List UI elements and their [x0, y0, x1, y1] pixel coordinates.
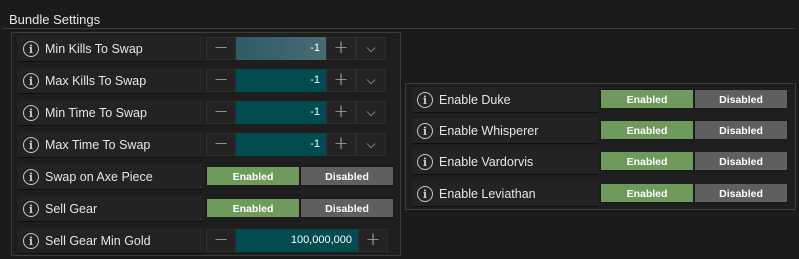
info-icon[interactable]: i: [417, 123, 433, 139]
info-icon[interactable]: i: [417, 154, 433, 170]
min-time-stepper: − -1 + ⌵: [206, 101, 386, 124]
max-kills-input[interactable]: -1: [236, 69, 326, 92]
increment-button[interactable]: +: [326, 133, 356, 156]
info-icon[interactable]: i: [23, 105, 39, 121]
info-icon[interactable]: i: [417, 92, 433, 108]
chevron-down-icon[interactable]: ⌵: [356, 69, 386, 92]
setting-label: Enable Duke: [439, 93, 511, 107]
max-time-input[interactable]: -1: [236, 133, 326, 156]
decrement-button[interactable]: −: [206, 229, 236, 252]
setting-label: Max Time To Swap: [45, 138, 151, 152]
setting-label: Enable Vardorvis: [439, 155, 534, 169]
min-kills-stepper: − -1 + ⌵: [206, 37, 386, 60]
setting-row-max-time: i Max Time To Swap − -1 + ⌵: [18, 132, 395, 158]
increment-button[interactable]: +: [326, 69, 356, 92]
decrement-button[interactable]: −: [206, 101, 236, 124]
chevron-down-icon[interactable]: ⌵: [356, 101, 386, 124]
info-icon[interactable]: i: [23, 137, 39, 153]
setting-row-swap-axe-piece: i Swap on Axe Piece Enabled Disabled: [18, 164, 395, 190]
info-icon[interactable]: i: [417, 186, 433, 202]
chevron-down-icon[interactable]: ⌵: [356, 133, 386, 156]
left-settings-panel: i Min Kills To Swap − -1 + ⌵ i Max Kills…: [11, 32, 401, 256]
max-kills-stepper: − -1 + ⌵: [206, 69, 386, 92]
info-icon[interactable]: i: [23, 41, 39, 57]
enabled-button[interactable]: Enabled: [600, 183, 694, 203]
disabled-button[interactable]: Disabled: [300, 198, 394, 218]
setting-label: Swap on Axe Piece: [45, 170, 153, 184]
setting-label: Min Time To Swap: [45, 106, 147, 120]
disabled-button[interactable]: Disabled: [694, 183, 788, 203]
increment-button[interactable]: +: [358, 229, 388, 252]
title-divider: [3, 28, 795, 29]
setting-label: Sell Gear: [45, 202, 98, 216]
enable-vardorvis-toggle: Enabled Disabled: [600, 151, 788, 171]
decrement-button[interactable]: −: [206, 69, 236, 92]
setting-row-enable-duke: i Enable Duke Enabled Disabled: [412, 87, 791, 113]
increment-button[interactable]: +: [326, 37, 356, 60]
info-icon[interactable]: i: [23, 233, 39, 249]
setting-label: Enable Leviathan: [439, 187, 536, 201]
section-title: Bundle Settings: [9, 12, 101, 27]
max-time-stepper: − -1 + ⌵: [206, 133, 386, 156]
setting-row-min-kills: i Min Kills To Swap − -1 + ⌵: [18, 36, 395, 62]
setting-label: Enable Whisperer: [439, 124, 539, 138]
setting-row-enable-leviathan: i Enable Leviathan Enabled Disabled: [412, 181, 791, 207]
min-kills-input[interactable]: -1: [236, 37, 326, 60]
setting-label: Max Kills To Swap: [45, 74, 147, 88]
setting-label: Sell Gear Min Gold: [45, 234, 151, 248]
enabled-button[interactable]: Enabled: [600, 89, 694, 109]
enabled-button[interactable]: Enabled: [600, 120, 694, 140]
decrement-button[interactable]: −: [206, 133, 236, 156]
enable-duke-toggle: Enabled Disabled: [600, 89, 788, 109]
disabled-button[interactable]: Disabled: [694, 89, 788, 109]
setting-row-sell-gear-min-gold: i Sell Gear Min Gold − 100,000,000 +: [18, 228, 395, 254]
info-icon[interactable]: i: [23, 201, 39, 217]
info-icon[interactable]: i: [23, 169, 39, 185]
right-settings-panel: i Enable Duke Enabled Disabled i Enable …: [405, 83, 796, 210]
sell-gear-min-gold-stepper: − 100,000,000 +: [206, 229, 388, 252]
setting-row-max-kills: i Max Kills To Swap − -1 + ⌵: [18, 68, 395, 94]
chevron-down-icon[interactable]: ⌵: [356, 37, 386, 60]
min-time-input[interactable]: -1: [236, 101, 326, 124]
disabled-button[interactable]: Disabled: [300, 166, 394, 186]
setting-row-enable-vardorvis: i Enable Vardorvis Enabled Disabled: [412, 149, 791, 175]
sell-gear-toggle: Enabled Disabled: [206, 198, 394, 218]
setting-label: Min Kills To Swap: [45, 42, 143, 56]
swap-axe-piece-toggle: Enabled Disabled: [206, 166, 394, 186]
setting-row-sell-gear: i Sell Gear Enabled Disabled: [18, 196, 395, 222]
info-icon[interactable]: i: [23, 73, 39, 89]
setting-row-min-time: i Min Time To Swap − -1 + ⌵: [18, 100, 395, 126]
enabled-button[interactable]: Enabled: [206, 166, 300, 186]
sell-gear-min-gold-input[interactable]: 100,000,000: [236, 229, 358, 252]
disabled-button[interactable]: Disabled: [694, 151, 788, 171]
enabled-button[interactable]: Enabled: [600, 151, 694, 171]
enable-leviathan-toggle: Enabled Disabled: [600, 183, 788, 203]
increment-button[interactable]: +: [326, 101, 356, 124]
setting-row-enable-whisperer: i Enable Whisperer Enabled Disabled: [412, 118, 791, 144]
enabled-button[interactable]: Enabled: [206, 198, 300, 218]
disabled-button[interactable]: Disabled: [694, 120, 788, 140]
enable-whisperer-toggle: Enabled Disabled: [600, 120, 788, 140]
decrement-button[interactable]: −: [206, 37, 236, 60]
